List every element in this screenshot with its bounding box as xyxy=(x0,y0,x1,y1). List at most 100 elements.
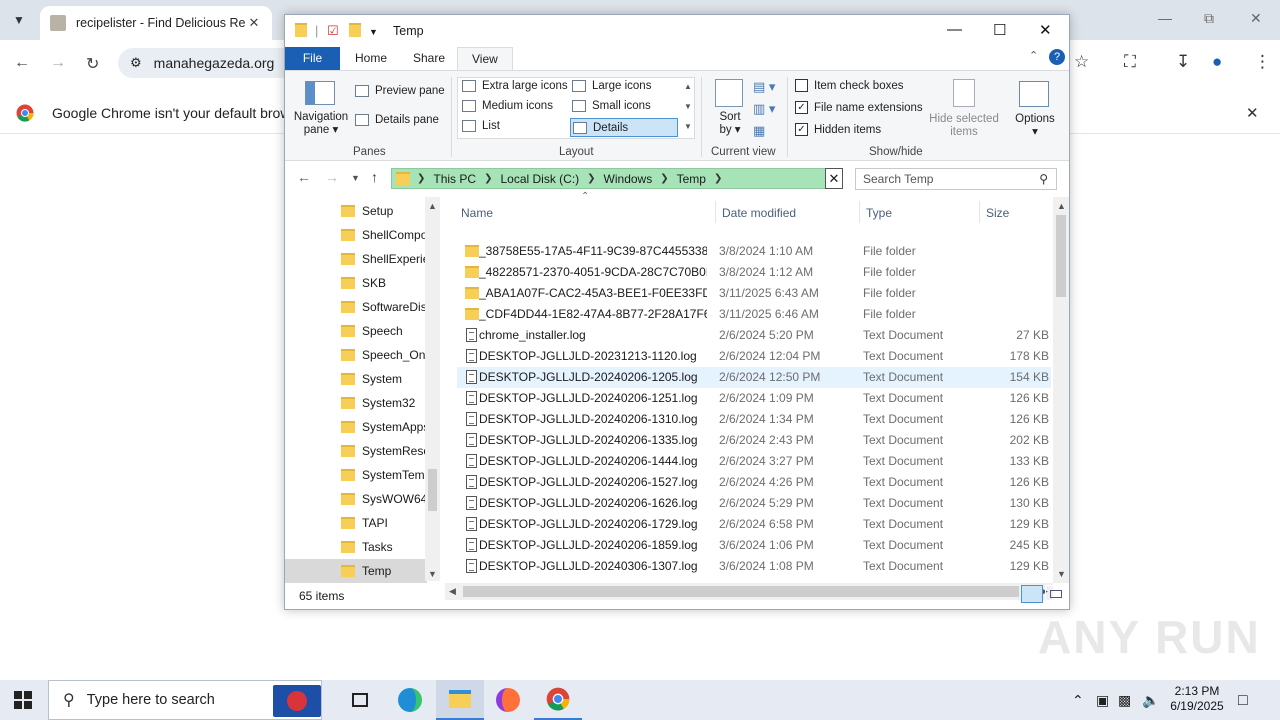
navigation-pane-button[interactable]: Navigation pane ▾ xyxy=(291,111,351,137)
small-icons-option[interactable]: Small icons xyxy=(572,100,651,112)
large-icons-view-toggle-icon[interactable] xyxy=(1045,585,1067,603)
file-row[interactable]: DESKTOP-JGLLJLD-20240206-1859.log 3/6/202… xyxy=(457,535,1051,556)
size-columns-icon[interactable]: ▦ xyxy=(753,123,765,139)
taskbar-search-box[interactable]: ⚲ Type here to search xyxy=(48,680,322,720)
tray-overflow-icon[interactable]: ⌃ xyxy=(1072,692,1084,709)
edge-icon[interactable] xyxy=(386,680,434,720)
nav-scroll-up-icon[interactable]: ▲ xyxy=(428,201,437,211)
file-name-extensions-checkbox[interactable]: ✓ xyxy=(795,101,808,114)
tab-file[interactable]: File xyxy=(285,47,340,71)
file-row[interactable]: _ABA1A07F-CAC2-45A3-BEE1-F0EE33FD6... 3/1… xyxy=(457,283,1051,304)
nav-item-system[interactable]: System xyxy=(341,367,427,391)
downloads-icon[interactable]: ↧ xyxy=(1176,52,1190,72)
file-row[interactable]: DESKTOP-JGLLJLD-20240206-1310.log 2/6/202… xyxy=(457,409,1051,430)
back-icon[interactable]: ← xyxy=(14,54,30,72)
nav-item-speech[interactable]: Speech xyxy=(341,319,427,343)
notifications-icon[interactable]: □ xyxy=(1238,692,1248,710)
volume-icon[interactable]: 🔈 xyxy=(1142,692,1159,709)
nav-scroll-thumb[interactable] xyxy=(428,469,437,511)
nav-item-systemreso[interactable]: SystemReso xyxy=(341,439,427,463)
layout-expand-icon[interactable]: ▼ xyxy=(684,122,692,131)
file-row[interactable]: DESKTOP-JGLLJLD-20240206-1527.log 2/6/202… xyxy=(457,472,1051,493)
nav-scroll-down-icon[interactable]: ▼ xyxy=(428,569,437,579)
nav-scrollbar[interactable]: ▲ ▼ xyxy=(425,197,440,581)
site-info-icon[interactable]: ⚙ xyxy=(130,55,142,71)
bookmark-star-icon[interactable]: ☆ xyxy=(1074,52,1089,72)
file-explorer-taskbar-icon[interactable] xyxy=(436,680,484,720)
file-list-hscrollbar[interactable]: ◀ ▶ xyxy=(445,583,1053,600)
recent-locations-icon[interactable]: ▼ xyxy=(351,173,360,183)
tab-close-icon[interactable]: ✕ xyxy=(246,15,262,31)
nav-item-system32[interactable]: System32 xyxy=(341,391,427,415)
details-option[interactable]: Details xyxy=(570,118,678,137)
chrome-minimize-icon[interactable]: — xyxy=(1158,10,1172,26)
group-by-icon[interactable]: ▤ ▾ xyxy=(753,79,775,95)
hide-selected-items-button[interactable]: Hide selected items xyxy=(925,113,1003,139)
layout-scroll-down-icon[interactable]: ▼ xyxy=(684,102,692,111)
address-bar[interactable]: ❯ This PC ❯ Local Disk (C:) ❯ Windows ❯ … xyxy=(391,168,841,189)
browser-tab[interactable]: recipelister - Find Delicious Rec ✕ xyxy=(40,6,272,40)
layout-scroll-up-icon[interactable]: ▲ xyxy=(684,82,692,91)
hidden-items-checkbox[interactable]: ✓ xyxy=(795,123,808,136)
nav-item-tasks[interactable]: Tasks xyxy=(341,535,427,559)
maximize-icon[interactable]: ☐ xyxy=(993,21,1006,39)
forward-icon[interactable]: → xyxy=(50,54,66,72)
explorer-back-icon[interactable]: ← xyxy=(297,169,311,185)
nav-item-skb[interactable]: SKB xyxy=(341,271,427,295)
nav-item-temp[interactable]: Temp xyxy=(285,559,427,583)
file-row[interactable]: _48228571-2370-4051-9CDA-28C7C70B0B... 3/… xyxy=(457,262,1051,283)
explorer-forward-icon[interactable]: → xyxy=(325,169,339,185)
file-row[interactable]: DESKTOP-JGLLJLD-20240206-1205.log 2/6/202… xyxy=(457,367,1051,388)
breadcrumb-windows[interactable]: Windows xyxy=(604,172,653,186)
collapse-ribbon-icon[interactable]: ⌃ xyxy=(1029,49,1038,62)
chrome-close-icon[interactable]: ✕ xyxy=(1250,10,1262,27)
help-icon[interactable]: ? xyxy=(1049,49,1065,65)
column-divider[interactable] xyxy=(715,201,716,223)
nav-item-syswow64[interactable]: SysWOW64 xyxy=(341,487,427,511)
search-input[interactable]: Search Temp ⚲ xyxy=(855,168,1057,190)
file-row[interactable]: DESKTOP-JGLLJLD-20231213-1120.log 2/6/202… xyxy=(457,346,1051,367)
reload-icon[interactable]: ↻ xyxy=(86,54,99,74)
column-header-name[interactable]: Name xyxy=(461,201,493,225)
nav-item-softwaredis[interactable]: SoftwareDis xyxy=(341,295,427,319)
column-header-date[interactable]: Date modified xyxy=(722,201,796,225)
sort-by-button[interactable]: Sort by ▾ xyxy=(717,111,743,137)
column-header-size[interactable]: Size xyxy=(986,201,1009,225)
tab-view[interactable]: View xyxy=(457,47,513,71)
breadcrumb-temp[interactable]: Temp xyxy=(677,172,706,186)
item-check-boxes-checkbox[interactable] xyxy=(795,79,808,92)
file-row[interactable]: DESKTOP-JGLLJLD-20240206-1335.log 2/6/202… xyxy=(457,430,1051,451)
chrome-taskbar-icon[interactable] xyxy=(534,680,582,720)
breadcrumb-this-pc[interactable]: This PC xyxy=(433,172,476,186)
address-clear-icon[interactable]: ✕ xyxy=(825,168,843,189)
breadcrumb-local-disk[interactable]: Local Disk (C:) xyxy=(500,172,579,186)
tab-home[interactable]: Home xyxy=(341,47,401,71)
qat-dropdown-icon[interactable]: ▼ xyxy=(369,27,378,37)
taskbar-clock[interactable]: 2:13 PM 6/19/2025 xyxy=(1162,684,1232,714)
column-header-type[interactable]: Type xyxy=(866,201,892,225)
chrome-restore-icon[interactable]: ⧉ xyxy=(1204,10,1214,27)
file-scroll-left-icon[interactable]: ◀ xyxy=(449,586,456,597)
nav-item-speech_one[interactable]: Speech_One xyxy=(341,343,427,367)
file-scroll-thumb[interactable] xyxy=(1056,215,1066,297)
profile-icon[interactable]: ● xyxy=(1212,52,1222,72)
file-row[interactable]: chrome_installer.log 2/6/2024 5:20 PM Text… xyxy=(457,325,1051,346)
file-list-scrollbar[interactable]: ▲ ▼ xyxy=(1053,197,1069,583)
nav-item-systemtemp[interactable]: SystemTemp xyxy=(341,463,427,487)
nav-item-shellexperie[interactable]: ShellExperie xyxy=(341,247,427,271)
hidden-items-toggle[interactable]: ✓ Hidden items xyxy=(795,123,881,136)
file-hscroll-thumb[interactable] xyxy=(463,586,1019,597)
chrome-menu-icon[interactable]: ⋮ xyxy=(1254,52,1271,72)
close-icon[interactable]: ✕ xyxy=(1039,21,1052,39)
tray-device-icon[interactable]: ▣ xyxy=(1096,692,1109,709)
file-scroll-down-icon[interactable]: ▼ xyxy=(1057,569,1066,579)
tab-share[interactable]: Share xyxy=(399,47,459,71)
column-divider[interactable] xyxy=(979,201,980,223)
extensions-icon[interactable]: ⛶ xyxy=(1124,52,1136,72)
extra-large-icons-option[interactable]: Extra large icons xyxy=(462,80,568,92)
medium-icons-option[interactable]: Medium icons xyxy=(462,100,553,112)
tab-search-button[interactable]: ▼ xyxy=(6,8,32,32)
new-folder-icon[interactable] xyxy=(349,23,368,40)
file-scroll-up-icon[interactable]: ▲ xyxy=(1057,201,1066,211)
details-view-toggle-icon[interactable] xyxy=(1021,585,1043,603)
